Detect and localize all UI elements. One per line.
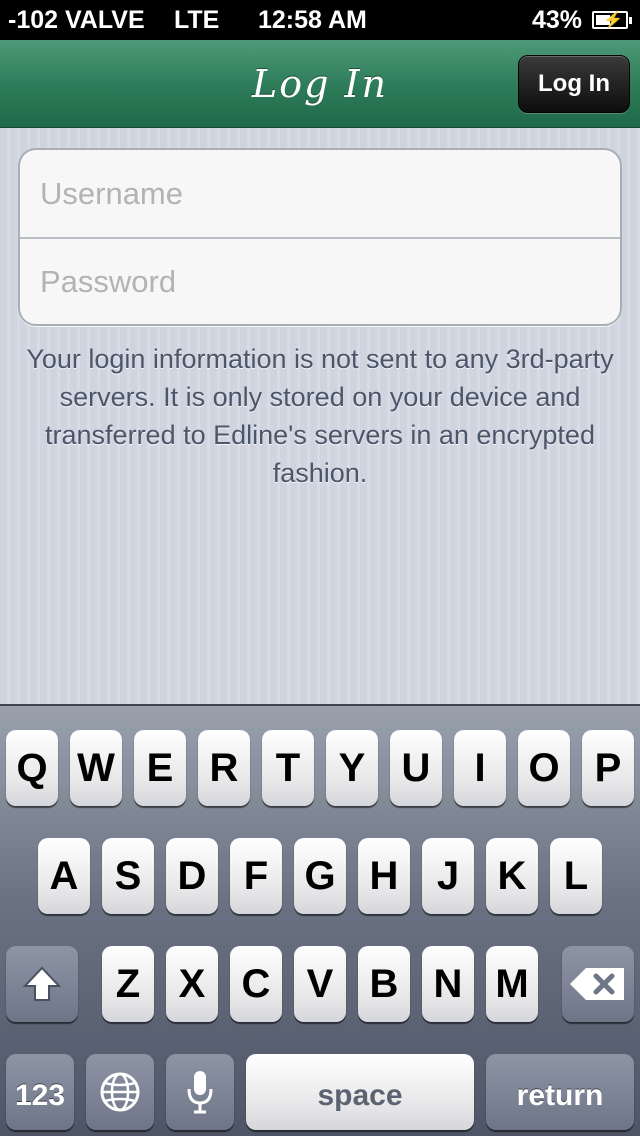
key-r[interactable]: R — [198, 730, 250, 806]
key-l[interactable]: L — [550, 838, 602, 914]
network-label: LTE — [174, 6, 220, 34]
key-v[interactable]: V — [294, 946, 346, 1022]
key-w[interactable]: W — [70, 730, 122, 806]
key-c[interactable]: C — [230, 946, 282, 1022]
login-button[interactable]: Log In — [518, 55, 630, 113]
privacy-note: Your login information is not sent to an… — [26, 344, 614, 488]
space-key[interactable]: space — [246, 1054, 474, 1130]
dictation-key[interactable] — [166, 1054, 234, 1130]
key-h[interactable]: H — [358, 838, 410, 914]
return-key-label: return — [516, 1079, 604, 1112]
delete-key[interactable] — [562, 946, 634, 1022]
key-j[interactable]: J — [422, 838, 474, 914]
credentials-form — [18, 148, 622, 326]
navigation-bar: Log In Log In — [0, 40, 640, 128]
key-u[interactable]: U — [390, 730, 442, 806]
carrier-label: -102 VALVE — [8, 6, 145, 34]
numbers-key[interactable]: 123 — [6, 1054, 74, 1130]
numbers-key-label: 123 — [14, 1079, 66, 1112]
return-key[interactable]: return — [486, 1054, 634, 1130]
clock: 12:58 AM — [258, 6, 367, 34]
key-d[interactable]: D — [166, 838, 218, 914]
key-i[interactable]: I — [454, 730, 506, 806]
microphone-icon — [187, 1071, 213, 1114]
delete-icon — [570, 968, 624, 1000]
key-q[interactable]: Q — [6, 730, 58, 806]
globe-icon — [100, 1072, 140, 1112]
key-b[interactable]: B — [358, 946, 410, 1022]
battery-icon: ⚡ — [592, 11, 632, 29]
shift-icon — [22, 966, 62, 1001]
key-n[interactable]: N — [422, 946, 474, 1022]
key-y[interactable]: Y — [326, 730, 378, 806]
key-p[interactable]: P — [582, 730, 634, 806]
key-m[interactable]: M — [486, 946, 538, 1022]
battery-percent: 43% — [532, 6, 583, 34]
keyboard: Q W E R T Y U I O P A S D F G H J K L Z … — [0, 704, 640, 1136]
key-o[interactable]: O — [518, 730, 570, 806]
key-t[interactable]: T — [262, 730, 314, 806]
password-field[interactable] — [40, 252, 600, 312]
status-bar: -102 VALVE LTE 12:58 AM 43% ⚡ — [0, 0, 640, 40]
key-g[interactable]: G — [294, 838, 346, 914]
key-s[interactable]: S — [102, 838, 154, 914]
globe-key[interactable] — [86, 1054, 154, 1130]
login-content: Your login information is not sent to an… — [0, 128, 640, 704]
space-key-label: space — [317, 1079, 403, 1112]
key-e[interactable]: E — [134, 730, 186, 806]
key-x[interactable]: X — [166, 946, 218, 1022]
shift-key[interactable] — [6, 946, 78, 1022]
field-divider — [20, 237, 620, 239]
key-f[interactable]: F — [230, 838, 282, 914]
key-z[interactable]: Z — [102, 946, 154, 1022]
key-k[interactable]: K — [486, 838, 538, 914]
key-a[interactable]: A — [38, 838, 90, 914]
username-field[interactable] — [40, 164, 600, 224]
